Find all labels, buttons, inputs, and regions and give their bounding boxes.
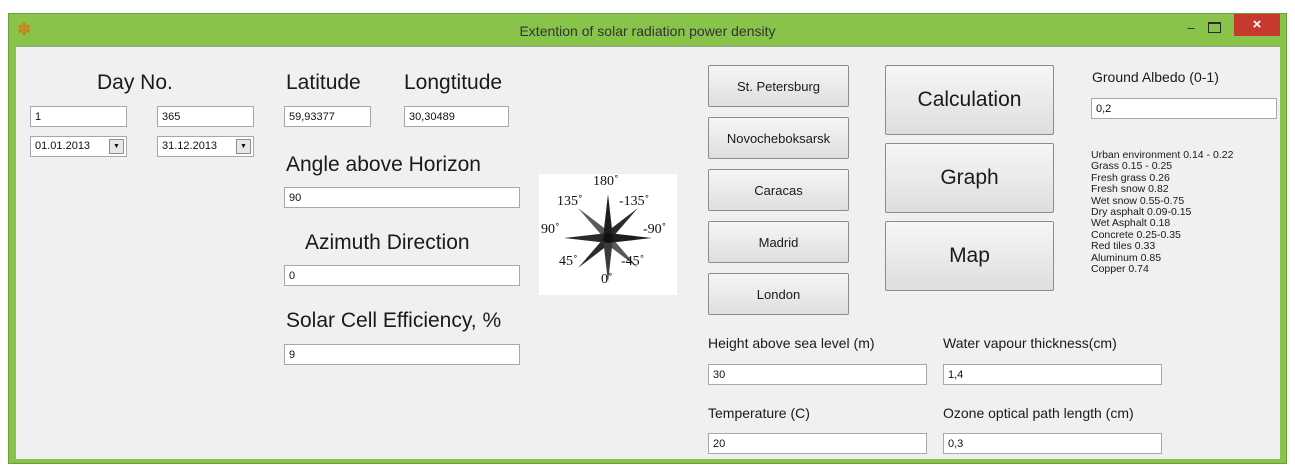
list-item: Red tiles 0.33 [1091,240,1156,253]
minimize-button[interactable]: – [1185,21,1197,34]
ozone-label: Ozone optical path length (cm) [943,405,1134,421]
angle-input[interactable] [284,187,520,208]
client-area: Day No. 01.01.2013 ▼ 31.12.2013 ▼ Latitu… [16,46,1280,459]
list-item: Fresh snow 0.82 [1091,183,1169,196]
efficiency-label: Solar Cell Efficiency, % [286,309,502,332]
calculation-button[interactable]: Calculation [885,65,1054,135]
end-date-picker[interactable]: 31.12.2013 ▼ [157,136,254,157]
city-button-madrid[interactable]: Madrid [708,221,849,263]
compass-rose: 180˚ 135˚ -135˚ 90˚ -90˚ 45˚ -45˚ 0˚ [539,174,677,295]
compass-label-180: 180˚ [593,174,619,189]
city-button-novocheboksarsk[interactable]: Novocheboksarsk [708,117,849,159]
compass-label-0: 0˚ [601,272,613,287]
chevron-down-icon[interactable]: ▼ [109,139,124,154]
water-vapour-input[interactable] [943,364,1162,385]
end-date-value: 31.12.2013 [162,140,218,152]
compass-label-45: 45˚ [559,254,578,269]
temperature-label: Temperature (C) [708,405,810,421]
longitude-label: Longtitude [404,71,503,94]
temperature-input[interactable] [708,433,927,454]
azimuth-input[interactable] [284,265,520,286]
albedo-input[interactable] [1091,98,1277,119]
title-bar[interactable]: ✽ Extention of solar radiation power den… [9,14,1286,46]
compass-label-90: 90˚ [541,222,560,237]
albedo-reference-list: Urban environment 0.14 - 0.22 Grass 0.15… [1091,149,1233,276]
day-no-label: Day No. [97,71,173,94]
ozone-input[interactable] [943,433,1162,454]
azimuth-label: Azimuth Direction [305,231,470,254]
latitude-input[interactable] [284,106,371,127]
app-window: ✽ Extention of solar radiation power den… [8,13,1287,464]
day-start-input[interactable] [30,106,127,127]
compass-label-minus-135: -135˚ [619,194,650,209]
graph-button[interactable]: Graph [885,143,1054,213]
city-button-st-petersburg[interactable]: St. Petersburg [708,65,849,107]
latitude-label: Latitude [286,71,361,94]
close-button[interactable]: × [1234,14,1280,36]
window-title: Extention of solar radiation power densi… [519,23,776,39]
day-end-input[interactable] [157,106,254,127]
angle-label: Angle above Horizon [286,153,481,176]
water-vapour-label: Water vapour thickness(cm) [943,335,1117,351]
height-input[interactable] [708,364,927,385]
compass-label-minus-90: -90˚ [643,222,667,237]
height-label: Height above sea level (m) [708,335,875,351]
compass-label-minus-45: -45˚ [621,254,645,269]
start-date-picker[interactable]: 01.01.2013 ▼ [30,136,127,157]
efficiency-input[interactable] [284,344,520,365]
compass-main-ray [603,194,613,238]
chevron-down-icon[interactable]: ▼ [236,139,251,154]
maximize-button[interactable] [1208,22,1221,33]
albedo-label: Ground Albedo (0-1) [1092,69,1219,85]
list-item: Copper 0.74 [1091,263,1149,276]
compass-center [603,233,613,243]
compass-label-135: 135˚ [557,194,583,209]
longitude-input[interactable] [404,106,509,127]
city-button-caracas[interactable]: Caracas [708,169,849,211]
compass-main-ray [564,233,608,243]
start-date-value: 01.01.2013 [35,140,91,152]
map-button[interactable]: Map [885,221,1054,291]
city-button-london[interactable]: London [708,273,849,315]
